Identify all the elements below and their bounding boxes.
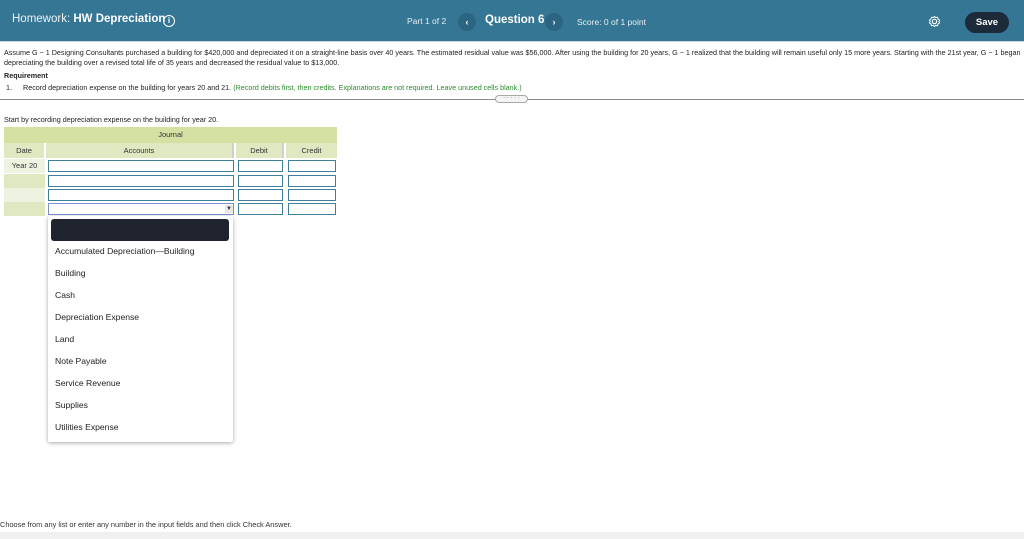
account-input[interactable] — [48, 189, 234, 201]
credit-input[interactable] — [288, 189, 336, 201]
dropdown-option[interactable]: Accumulated Depreciation—Building — [55, 246, 195, 256]
dropdown-option[interactable]: Depreciation Expense — [55, 312, 139, 322]
column-header-debit: Debit — [236, 143, 284, 158]
homework-name: HW Depreciation — [73, 13, 166, 25]
homework-prefix: Homework: — [12, 13, 74, 25]
column-header-date: Date — [4, 143, 45, 158]
requirement-note: (Record debits first, then credits. Expl… — [233, 83, 522, 92]
credit-input[interactable] — [288, 160, 336, 172]
account-dropdown-list: Accumulated Depreciation—Building Buildi… — [48, 216, 233, 442]
dropdown-option[interactable]: Land — [55, 334, 74, 344]
dropdown-option[interactable]: Supplies — [55, 400, 88, 410]
account-input[interactable] — [48, 175, 234, 187]
column-header-accounts: Accounts — [46, 143, 234, 158]
date-cell — [4, 174, 45, 188]
gear-icon[interactable] — [928, 15, 941, 28]
credit-input[interactable] — [288, 175, 336, 187]
account-input[interactable] — [48, 160, 234, 172]
column-header-credit: Credit — [286, 143, 337, 158]
dropdown-option[interactable]: Service Revenue — [55, 378, 120, 388]
part-indicator: Part 1 of 2 — [407, 16, 447, 26]
info-icon[interactable]: i — [163, 15, 175, 27]
dropdown-option[interactable]: Note Payable — [55, 356, 107, 366]
dropdown-option-blank[interactable] — [51, 219, 229, 241]
dropdown-option[interactable]: Building — [55, 268, 86, 278]
save-button[interactable]: Save — [965, 12, 1009, 33]
requirement-heading: Requirement — [4, 71, 48, 80]
dropdown-option[interactable]: Utilities Expense — [55, 422, 119, 432]
next-question-button[interactable]: › — [545, 13, 563, 31]
requirement-number: 1. — [6, 83, 12, 92]
date-cell: Year 20 — [4, 159, 45, 173]
debit-input[interactable] — [238, 175, 283, 187]
requirement-item: 1. Record depreciation expense on the bui… — [6, 83, 522, 92]
debit-input[interactable] — [238, 189, 283, 201]
instruction-text: Start by recording depreciation expense … — [4, 115, 219, 124]
journal-title: Journal — [4, 127, 337, 143]
credit-input[interactable] — [288, 203, 336, 215]
footer-bar — [0, 532, 1024, 539]
problem-text: Assume G − 1 Designing Consultants purch… — [4, 48, 1021, 67]
date-cell — [4, 202, 45, 216]
score-label: Score: 0 of 1 point — [577, 17, 646, 27]
footer-instruction: Choose from any list or enter any number… — [0, 520, 292, 529]
top-bar: Homework: HW Depreciation i Part 1 of 2 … — [0, 0, 1024, 42]
previous-question-button[interactable]: ‹ — [458, 13, 476, 31]
homework-title: Homework: HW Depreciation — [12, 13, 165, 25]
requirement-text: Record depreciation expense on the build… — [23, 83, 234, 92]
debit-input[interactable] — [238, 203, 283, 215]
account-select[interactable] — [48, 203, 234, 215]
dropdown-option[interactable]: Cash — [55, 290, 75, 300]
question-label: Question 6 — [485, 14, 545, 26]
date-cell — [4, 188, 45, 202]
debit-input[interactable] — [238, 160, 283, 172]
divider-drag-handle[interactable]: · · · · · — [495, 95, 528, 103]
dropdown-arrow-icon[interactable]: ▼ — [225, 205, 233, 213]
